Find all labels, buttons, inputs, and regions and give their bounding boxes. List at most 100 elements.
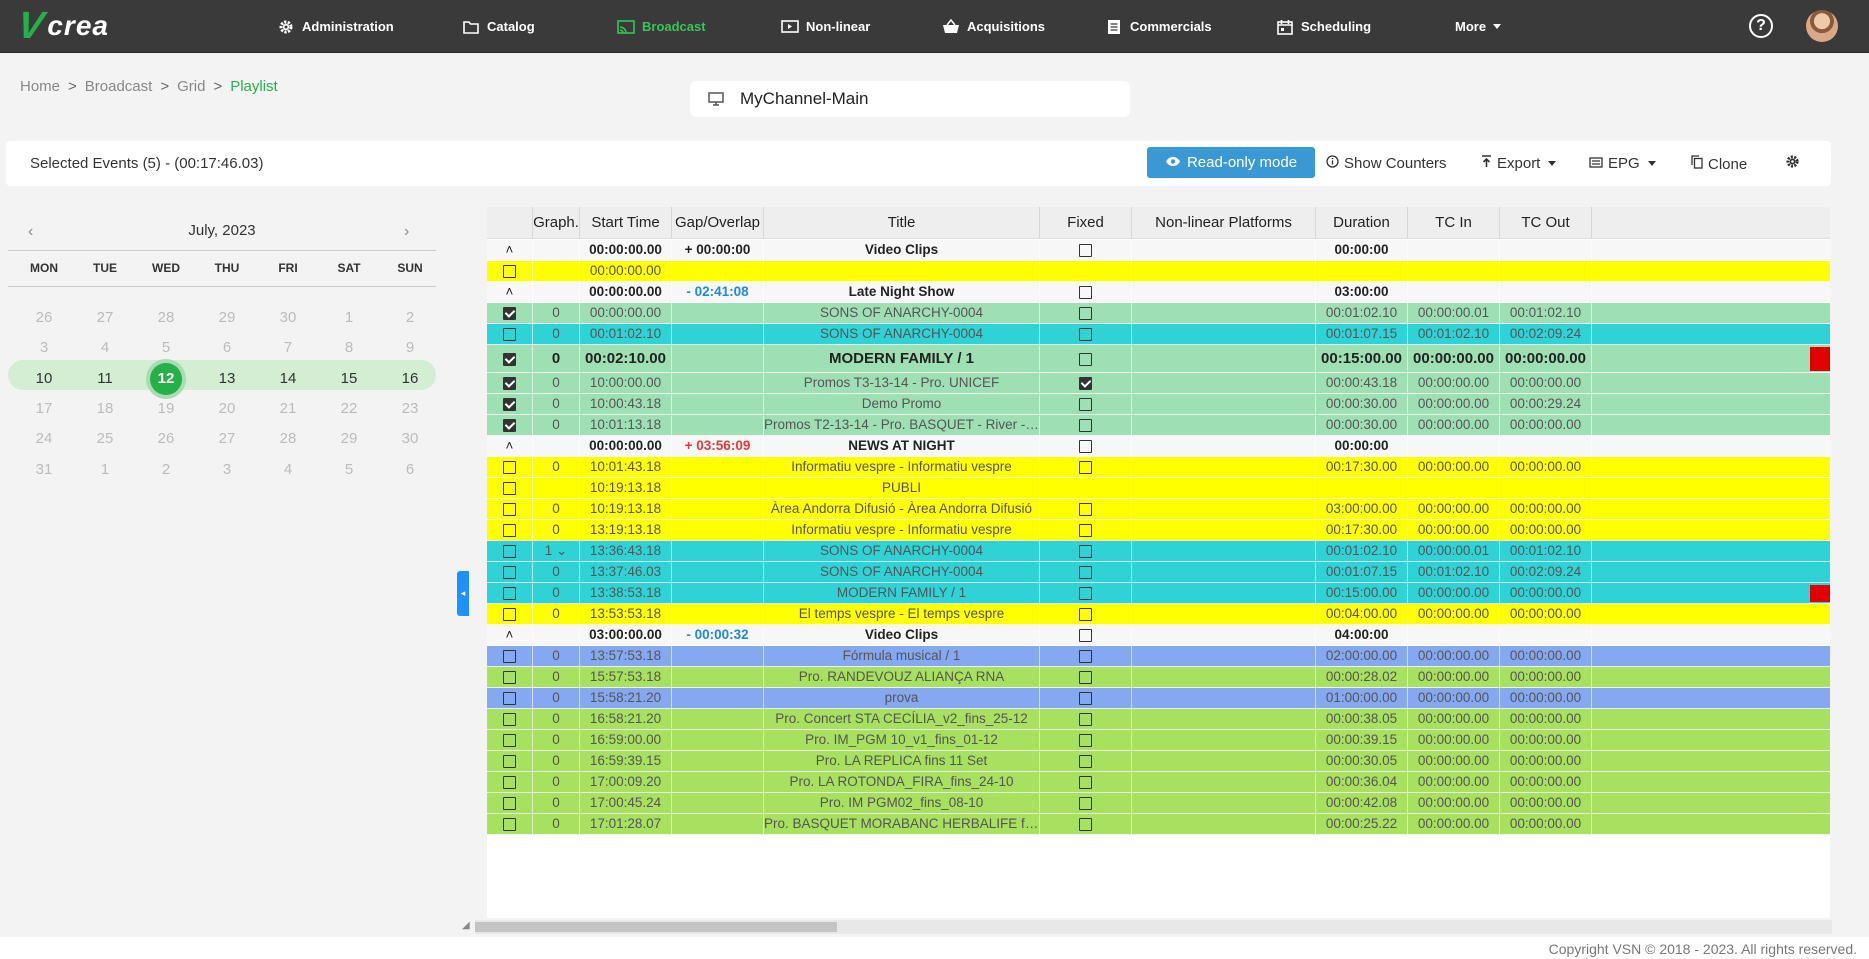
row-select-checkbox[interactable] bbox=[503, 566, 516, 580]
fixed-checkbox[interactable] bbox=[1079, 377, 1092, 391]
title-cell[interactable]: Video Clips bbox=[764, 240, 1040, 261]
row-select-cell[interactable] bbox=[487, 394, 533, 415]
calendar-day[interactable]: 7 bbox=[258, 333, 318, 363]
col-fixed-header[interactable]: Fixed bbox=[1040, 207, 1132, 239]
title-cell[interactable] bbox=[764, 261, 1040, 282]
table-row[interactable]: 0 13:38:53.18 MODERN FAMILY / 1 00:15:00.00… bbox=[487, 583, 1830, 604]
row-select-cell[interactable] bbox=[487, 303, 533, 324]
row-select-cell[interactable] bbox=[487, 667, 533, 688]
table-row[interactable]: 0 16:59:39.15 Pro. LA REPLICA fins 11 Set 0… bbox=[487, 751, 1830, 772]
group-row[interactable]: ˄ 00:00:00.00 + 03:56:09 NEWS AT NIGHT 00:00… bbox=[487, 436, 1830, 457]
graph-cell[interactable] bbox=[533, 478, 580, 499]
graph-cell[interactable]: 0 bbox=[533, 324, 580, 345]
collapse-group-toggle[interactable]: ˄ bbox=[487, 240, 533, 261]
graph-cell[interactable] bbox=[533, 436, 580, 457]
calendar-day[interactable]: 6 bbox=[197, 333, 257, 363]
table-row[interactable]: 0 17:00:09.20 Pro. LA ROTONDA_FIRA_fins_24… bbox=[487, 772, 1830, 793]
help-icon[interactable]: ? bbox=[1749, 14, 1773, 38]
calendar-day[interactable]: 8 bbox=[319, 333, 379, 363]
calendar-day[interactable]: 26 bbox=[136, 424, 196, 454]
row-select-cell[interactable] bbox=[487, 345, 533, 373]
calendar-day[interactable]: 1 bbox=[75, 455, 135, 485]
graph-cell[interactable]: 0 bbox=[533, 793, 580, 814]
fixed-checkbox[interactable] bbox=[1079, 713, 1092, 727]
calendar-day[interactable]: 11 bbox=[75, 364, 135, 394]
col-expand-header[interactable] bbox=[487, 207, 533, 239]
graph-cell[interactable]: 0 bbox=[533, 688, 580, 709]
fixed-checkbox[interactable] bbox=[1079, 285, 1092, 299]
group-row[interactable]: ˄ 03:00:00.00- 00:00:32 Video Clips 04:00:0… bbox=[487, 625, 1830, 646]
row-select-cell[interactable] bbox=[487, 261, 533, 282]
calendar-day[interactable]: 27 bbox=[75, 303, 135, 333]
table-row[interactable]: 0 00:02:10.00 MODERN FAMILY / 1 00:15:00.00… bbox=[487, 345, 1830, 373]
title-cell[interactable]: Demo Promo bbox=[764, 394, 1040, 415]
calendar-day[interactable]: 29 bbox=[319, 424, 379, 454]
row-select-checkbox[interactable] bbox=[503, 755, 516, 769]
row-select-checkbox[interactable] bbox=[503, 264, 516, 278]
fixed-checkbox[interactable] bbox=[1079, 306, 1092, 320]
row-select-cell[interactable] bbox=[487, 709, 533, 730]
export-dropdown[interactable]: Export bbox=[1481, 155, 1557, 172]
calendar-day[interactable]: 25 bbox=[75, 424, 135, 454]
avatar[interactable] bbox=[1806, 10, 1838, 42]
vcrea-logo[interactable]: V crea bbox=[15, 5, 109, 47]
row-select-cell[interactable] bbox=[487, 646, 533, 667]
fixed-checkbox[interactable] bbox=[1079, 671, 1092, 685]
fixed-checkbox[interactable] bbox=[1079, 440, 1092, 454]
calendar-day[interactable]: 31 bbox=[14, 455, 74, 485]
title-cell[interactable]: Informatiu vespre - Informatiu vespre bbox=[764, 520, 1040, 541]
scrollbar-thumb[interactable] bbox=[475, 922, 837, 932]
row-select-cell[interactable] bbox=[487, 457, 533, 478]
row-select-checkbox[interactable] bbox=[503, 587, 516, 601]
row-select-checkbox[interactable] bbox=[503, 327, 516, 341]
calendar-day[interactable]: 23 bbox=[380, 394, 440, 424]
show-counters-button[interactable]: Show Counters bbox=[1326, 155, 1447, 172]
fixed-checkbox[interactable] bbox=[1079, 398, 1092, 412]
title-cell[interactable]: Promos T3-13-14 - Pro. UNICEF bbox=[764, 373, 1040, 394]
graph-cell[interactable]: 0 bbox=[533, 646, 580, 667]
graph-cell[interactable]: 0 bbox=[533, 373, 580, 394]
collapse-panel-handle[interactable]: ◂ bbox=[457, 571, 469, 616]
title-cell[interactable]: Promos T2-13-14 - Pro. BASQUET - River -… bbox=[764, 415, 1040, 436]
nav-non-linear[interactable]: Non-linear bbox=[780, 0, 870, 53]
calendar-day[interactable]: 3 bbox=[14, 333, 74, 363]
title-cell[interactable]: Pro. IM_PGM 10_v1_fins_01-12 bbox=[764, 730, 1040, 751]
fixed-checkbox[interactable] bbox=[1079, 797, 1092, 811]
title-cell[interactable]: Pro. RANDEVOUZ ALIANÇA RNA bbox=[764, 667, 1040, 688]
col-nonlinear-platforms-header[interactable]: Non-linear Platforms bbox=[1132, 207, 1316, 239]
row-select-checkbox[interactable] bbox=[503, 377, 516, 391]
graph-cell[interactable]: 0 bbox=[533, 772, 580, 793]
calendar-day[interactable]: 5 bbox=[136, 333, 196, 363]
col-gap-overlap-header[interactable]: Gap/Overlap bbox=[672, 207, 764, 239]
table-row[interactable]: 00:00:00.00 bbox=[487, 261, 1830, 282]
calendar-day[interactable]: 30 bbox=[258, 303, 318, 333]
calendar-day[interactable]: 20 bbox=[197, 394, 257, 424]
table-row[interactable]: 0 16:58:21.20 Pro. Concert STA CECÍLIA_v2_… bbox=[487, 709, 1830, 730]
title-cell[interactable]: Video Clips bbox=[764, 625, 1040, 646]
collapse-group-toggle[interactable]: ˄ bbox=[487, 282, 533, 303]
fixed-checkbox[interactable] bbox=[1079, 461, 1092, 475]
row-select-cell[interactable] bbox=[487, 478, 533, 499]
table-row[interactable]: 0 10:00:43.18 Demo Promo 00:00:30.00 00:00:0… bbox=[487, 394, 1830, 415]
calendar-day[interactable]: 24 bbox=[14, 424, 74, 454]
calendar-day[interactable]: 30 bbox=[380, 424, 440, 454]
calendar-day[interactable]: 1 bbox=[319, 303, 379, 333]
row-select-checkbox[interactable] bbox=[503, 692, 516, 706]
read-only-mode-button[interactable]: Read-only mode bbox=[1147, 147, 1315, 178]
settings-gear-icon[interactable] bbox=[1785, 154, 1800, 169]
row-select-cell[interactable] bbox=[487, 562, 533, 583]
row-select-checkbox[interactable] bbox=[503, 818, 516, 832]
calendar-day[interactable]: 14 bbox=[258, 364, 318, 394]
fixed-checkbox[interactable] bbox=[1079, 503, 1092, 517]
title-cell[interactable]: PUBLI bbox=[764, 478, 1040, 499]
graph-cell[interactable]: 0 bbox=[533, 394, 580, 415]
row-select-cell[interactable] bbox=[487, 730, 533, 751]
epg-dropdown[interactable]: EPG bbox=[1589, 155, 1656, 172]
calendar-day[interactable]: 29 bbox=[197, 303, 257, 333]
title-cell[interactable]: NEWS AT NIGHT bbox=[764, 436, 1040, 457]
row-select-checkbox[interactable] bbox=[503, 713, 516, 727]
fixed-checkbox[interactable] bbox=[1079, 566, 1092, 580]
calendar-day[interactable]: 17 bbox=[14, 394, 74, 424]
graph-cell[interactable]: 0 bbox=[533, 562, 580, 583]
table-row[interactable]: 0 00:00:00.00 SONS OF ANARCHY-0004 00:01:02… bbox=[487, 303, 1830, 324]
